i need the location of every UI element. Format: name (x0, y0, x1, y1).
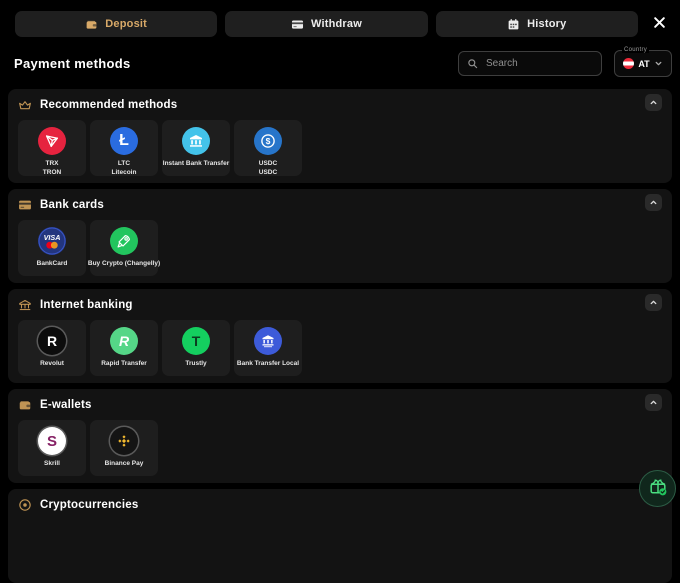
usdc-icon: $ (254, 127, 282, 155)
collapse-button[interactable] (645, 94, 662, 111)
card-icon (291, 18, 304, 31)
method-tile-usdc-usdc[interactable]: $ USDCUSDC (234, 120, 302, 176)
crown-icon (18, 98, 32, 112)
gift-check-icon (648, 477, 668, 500)
svg-text:$: $ (266, 136, 271, 146)
trustly-icon: T (182, 327, 210, 355)
method-tile-instant-bank-transfer[interactable]: Instant Bank Transfer (162, 120, 230, 176)
country-code: AT (638, 59, 649, 69)
binance-icon (110, 427, 138, 455)
section-title: Internet banking (40, 299, 133, 311)
card-icon (18, 198, 32, 212)
collapse-button[interactable] (645, 194, 662, 211)
section-header: Recommended methods (18, 97, 662, 113)
section-title: Bank cards (40, 199, 104, 211)
method-label: Revolut (40, 359, 64, 368)
section-title: Cryptocurrencies (40, 499, 138, 511)
method-tile-trustly[interactable]: T Trustly (162, 320, 230, 376)
method-tile-ltc-litecoin[interactable]: Ł LTCLitecoin (90, 120, 158, 176)
page-title: Payment methods (14, 56, 446, 71)
svg-text:VISA: VISA (44, 233, 61, 242)
visa-mastercard-icon: VISA (38, 227, 66, 255)
section-bank-cards: Bank cards VISA BankCard Buy Crypto (Change… (8, 189, 672, 283)
section-title: Recommended methods (40, 99, 177, 111)
method-tile-rapid-transfer[interactable]: R Rapid Transfer (90, 320, 158, 376)
method-label: Rapid Transfer (101, 359, 147, 368)
toolbar: Payment methods Country AT (0, 37, 680, 89)
bank-icon (182, 127, 210, 155)
search-icon (467, 58, 478, 69)
method-tile-buy-crypto-changelly[interactable]: Buy Crypto (Changelly) (90, 220, 158, 276)
method-label: LTCLitecoin (112, 159, 137, 178)
method-tile-binance-pay[interactable]: Binance Pay (90, 420, 158, 476)
method-tile-trx-tron[interactable]: TRXTRON (18, 120, 86, 176)
section-recommended-methods: Recommended methods TRXTRON Ł LTCLitecoin In… (8, 89, 672, 183)
section-header: Bank cards (18, 197, 662, 213)
section-e-wallets: E-wallets S Skrill Binance Pay (8, 389, 672, 483)
tab-history[interactable]: History (436, 11, 638, 37)
method-tiles: S Skrill Binance Pay (18, 420, 662, 476)
method-tile-revolut[interactable]: R Revolut (18, 320, 86, 376)
austria-flag-icon (623, 58, 634, 69)
chevron-up-icon (649, 95, 658, 110)
tab-label: History (527, 18, 566, 30)
chevron-up-icon (649, 295, 658, 310)
method-label: Binance Pay (105, 459, 144, 468)
chevron-up-icon (649, 195, 658, 210)
tab-deposit[interactable]: Deposit (15, 11, 217, 37)
search-input[interactable] (484, 57, 593, 70)
method-label: USDCUSDC (259, 159, 277, 178)
bank-building-icon (18, 298, 32, 312)
bank-local-icon (254, 327, 282, 355)
collapse-button[interactable] (645, 394, 662, 411)
tron-icon (38, 127, 66, 155)
country-label: Country (622, 47, 649, 53)
section-internet-banking: Internet banking R Revolut R Rapid Transfer T… (8, 289, 672, 383)
country-select[interactable]: Country AT (614, 50, 672, 77)
method-label: TRXTRON (43, 159, 61, 178)
tab-label: Deposit (105, 18, 147, 30)
sections-list: Recommended methods TRXTRON Ł LTCLitecoin In… (0, 89, 680, 583)
method-label: Trustly (185, 359, 206, 368)
method-tile-skrill[interactable]: S Skrill (18, 420, 86, 476)
method-label: Instant Bank Transfer (163, 159, 229, 168)
method-tiles: R Revolut R Rapid Transfer T Trustly Bank Tran… (18, 320, 662, 376)
revolut-icon: R (38, 327, 66, 355)
rapid-transfer-icon: R (110, 327, 138, 355)
collapse-button[interactable] (645, 294, 662, 311)
method-tiles: VISA BankCard Buy Crypto (Changelly) (18, 220, 662, 276)
topbar: Deposit Withdraw History (0, 0, 680, 37)
chevron-down-icon (654, 59, 663, 68)
method-label: Buy Crypto (Changelly) (88, 259, 160, 268)
rocket-icon (110, 227, 138, 255)
search-box[interactable] (458, 51, 602, 76)
section-title: E-wallets (40, 399, 92, 411)
method-label: Bank Transfer Local (237, 359, 299, 368)
close-button[interactable] (646, 11, 672, 37)
section-header: E-wallets (18, 397, 662, 413)
method-tiles: TRXTRON Ł LTCLitecoin Instant Bank Transfer… (18, 120, 662, 176)
method-label: Skrill (44, 459, 60, 468)
chevron-up-icon (649, 395, 658, 410)
tab-label: Withdraw (311, 18, 362, 30)
wallet-icon (85, 18, 98, 31)
tab-bar: Deposit Withdraw History (15, 11, 638, 37)
calendar-icon (507, 18, 520, 31)
coin-icon (18, 498, 32, 512)
close-icon (653, 16, 666, 32)
payment-modal: Deposit Withdraw History Payment methods C… (0, 0, 680, 583)
skrill-icon: S (38, 427, 66, 455)
section-header: Internet banking (18, 297, 662, 313)
litecoin-icon: Ł (110, 127, 138, 155)
tab-withdraw[interactable]: Withdraw (225, 11, 427, 37)
method-tile-bankcard[interactable]: VISA BankCard (18, 220, 86, 276)
method-label: BankCard (37, 259, 68, 268)
section-cryptocurrencies: Cryptocurrencies (8, 489, 672, 583)
bonus-fab-button[interactable] (639, 470, 676, 507)
wallet-icon (18, 398, 32, 412)
method-tile-bank-transfer-local[interactable]: Bank Transfer Local (234, 320, 302, 376)
